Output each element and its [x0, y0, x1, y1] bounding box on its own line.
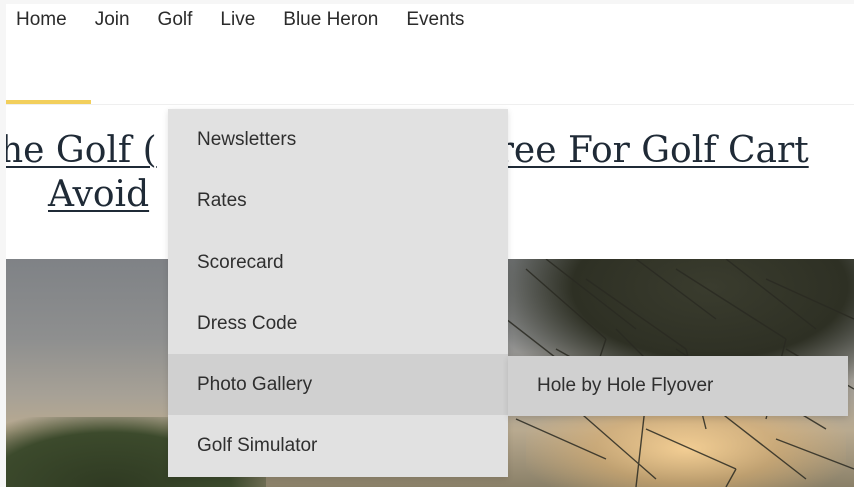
photo-gallery-submenu: Hole by Hole Flyover [508, 356, 848, 416]
nav-item-home[interactable]: Home [16, 4, 67, 40]
submenu-item-hole-by-hole-flyover[interactable]: Hole by Hole Flyover [508, 356, 848, 416]
menu-item-dress-code[interactable]: Dress Code [168, 293, 508, 354]
menu-item-photo-gallery[interactable]: Photo Gallery [168, 354, 508, 416]
nav-item-events[interactable]: Events [406, 4, 464, 40]
golf-dropdown-menu: Newsletters Rates Scorecard Dress Code P… [168, 109, 508, 477]
menu-item-newsletters[interactable]: Newsletters [168, 109, 508, 170]
header-divider [6, 104, 854, 105]
nav-item-blue-heron[interactable]: Blue Heron [283, 4, 378, 40]
menu-item-rates[interactable]: Rates [168, 170, 508, 231]
menu-item-scorecard[interactable]: Scorecard [168, 232, 508, 293]
nav-item-join[interactable]: Join [95, 4, 130, 40]
nav-item-golf[interactable]: Golf [158, 4, 193, 40]
main-nav: Home Join Golf Live Blue Heron Events [6, 4, 482, 40]
article-title-left: he Golf ( [6, 130, 157, 171]
page: Home Join Golf Live Blue Heron Events he… [6, 4, 854, 487]
article-title-right: ree For Golf Cart [496, 130, 809, 171]
nav-item-live[interactable]: Live [220, 4, 255, 40]
menu-item-golf-simulator[interactable]: Golf Simulator [168, 415, 508, 476]
